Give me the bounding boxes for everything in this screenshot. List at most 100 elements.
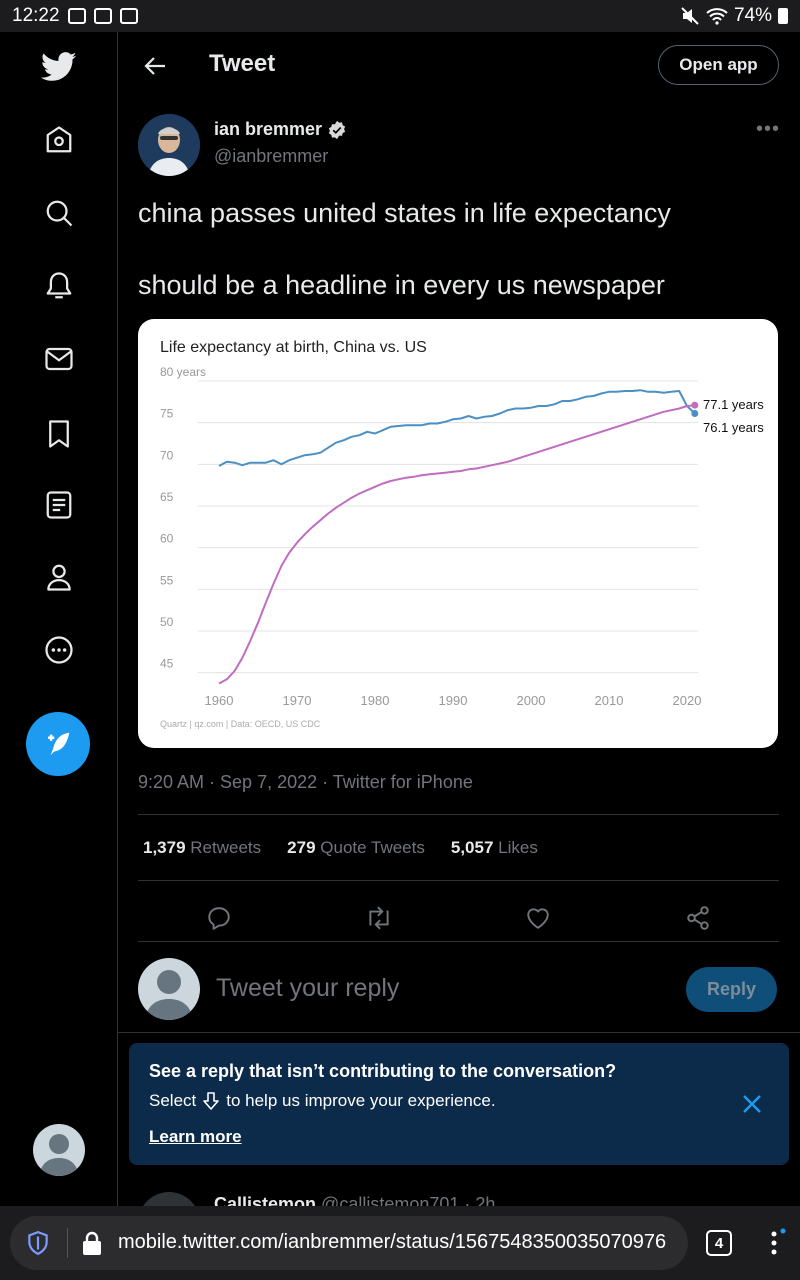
likes-count: 5,057 [450,838,494,857]
next-reply-tweet[interactable]: Callistemon @callistemon701 · 2h [118,1182,800,1206]
tweet-stats: 1,379 Retweets 279 Quote Tweets 5,057 Li… [143,838,538,858]
lists-icon[interactable] [34,480,84,530]
twitter-logo-icon[interactable] [34,42,84,92]
next-reply-avatar [138,1192,200,1206]
compose-feather-icon [48,732,70,756]
browser-toolbar: mobile.twitter.com/ianbremmer/status/156… [0,1206,800,1280]
close-icon[interactable] [737,1089,767,1119]
tweet-actions [138,894,779,942]
like-heart-icon[interactable] [518,898,558,938]
retweets-count: 1,379 [143,838,186,857]
url-text[interactable]: mobile.twitter.com/ianbremmer/status/156… [118,1231,666,1254]
learn-more-link[interactable]: Learn more [149,1127,242,1147]
x-tick-label-2010: 2010 [595,693,624,708]
wifi-icon [706,8,728,25]
prompt-body: Select to help us improve your experienc… [149,1091,496,1111]
author-avatar[interactable] [138,114,200,176]
divider [138,814,779,815]
gallery-notification-icon [67,8,86,24]
quote-tweets-label: Quote Tweets [320,838,425,857]
x-tick-label-2020: 2020 [673,693,702,708]
prompt-body-select: Select [149,1091,197,1110]
author-handle[interactable]: @ianbremmer [214,146,328,167]
check-notification-icon [119,8,138,24]
quote-tweets-count: 279 [287,838,316,857]
prompt-title: See a reply that isn’t contributing to t… [149,1061,617,1081]
reply-composer: Reply [138,956,779,1020]
chart-source: Quartz | qz.com | Data: OECD, US CDC [160,719,321,729]
divider [138,880,779,881]
conversation-feedback-prompt: See a reply that isn’t contributing to t… [129,1043,789,1165]
likes-label: Likes [498,838,538,857]
more-options-icon[interactable] [34,625,84,675]
x-tick-label-2000: 2000 [517,693,546,708]
author-name[interactable]: ian bremmer [214,119,347,140]
screenshot-notification-icon [93,8,112,24]
x-tick-label-1970: 1970 [283,693,312,708]
y-tick-label-55: 55 [160,573,174,587]
retweet-icon[interactable] [359,898,399,938]
account-avatar[interactable] [33,1124,85,1176]
nav-rail [0,32,118,1206]
tab-switcher-button[interactable]: 4 [706,1230,732,1256]
retweets-stat[interactable]: 1,379 Retweets [143,838,261,858]
y-tick-label-45: 45 [160,657,174,671]
battery-percent: 74% [733,5,772,26]
lock-icon[interactable] [80,1230,104,1256]
mute-icon [681,7,699,25]
reply-icon[interactable] [199,898,239,938]
chart-title: Life expectancy at birth, China vs. US [160,339,427,356]
divider [138,941,779,942]
url-separator [67,1228,68,1258]
status-bar: 12:22 74% [0,0,800,32]
end-label-china: 77.1 years [703,397,764,412]
messages-mail-icon[interactable] [34,334,84,384]
x-tick-label-1980: 1980 [361,693,390,708]
y-tick-label-50: 50 [160,615,174,629]
y-tick-label-70: 70 [160,448,174,462]
end-label-us: 76.1 years [703,420,764,435]
compose-tweet-button[interactable] [26,712,90,776]
tweet-chart-image[interactable]: Life expectancy at birth, China vs. US 80… [138,319,778,748]
home-icon[interactable] [34,115,84,165]
reply-button[interactable]: Reply [686,967,777,1012]
tweet-more-icon[interactable]: ••• [756,118,780,141]
series-line-china [218,404,695,685]
verified-badge-icon [328,120,346,139]
header: Tweet Open app [118,32,800,100]
privacy-shield-icon[interactable] [25,1230,51,1256]
notifications-bell-icon[interactable] [34,261,84,311]
x-tick-label-1960: 1960 [205,693,234,708]
y-tick-label-65: 65 [160,490,174,504]
series-end-point-china [691,401,699,409]
x-tick-label-1990: 1990 [439,693,468,708]
explore-search-icon[interactable] [34,188,84,238]
reply-input[interactable] [216,974,656,1003]
quote-tweets-stat[interactable]: 279 Quote Tweets [287,838,425,858]
tweet-timestamp[interactable]: 9:20 AM · Sep 7, 2022 · Twitter for iPho… [138,772,473,793]
prompt-body-text: to help us improve your experience. [226,1091,496,1110]
main-column: Tweet Open app ian bremmer @ianbremmer •… [118,32,800,1206]
bookmarks-icon[interactable] [34,409,84,459]
url-bar[interactable]: mobile.twitter.com/ianbremmer/status/156… [10,1216,688,1270]
back-arrow-icon[interactable] [138,49,172,83]
series-end-point-us [691,410,699,417]
author-name-text: ian bremmer [214,119,323,139]
life-expectancy-chart: Life expectancy at birth, China vs. US 80… [160,339,764,729]
profile-icon[interactable] [34,552,84,602]
next-reply-name: Callistemon [214,1194,317,1206]
open-app-button[interactable]: Open app [658,45,779,85]
down-arrow-icon [203,1092,220,1110]
tweet-author: ian bremmer @ianbremmer ••• [138,114,780,176]
divider [118,1032,800,1033]
page-title: Tweet [209,50,276,77]
series-line-us [218,389,696,467]
share-icon[interactable] [678,898,718,938]
likes-stat[interactable]: 5,057 Likes [451,838,538,858]
y-top-label: 80 years [160,365,206,379]
tweet-text-line-2: should be a headline in every us newspap… [138,270,665,300]
y-tick-label-75: 75 [160,407,174,421]
battery-icon [778,8,788,24]
browser-menu-icon[interactable] [766,1228,786,1258]
next-reply-author: Callistemon @callistemon701 · 2h [214,1194,495,1206]
